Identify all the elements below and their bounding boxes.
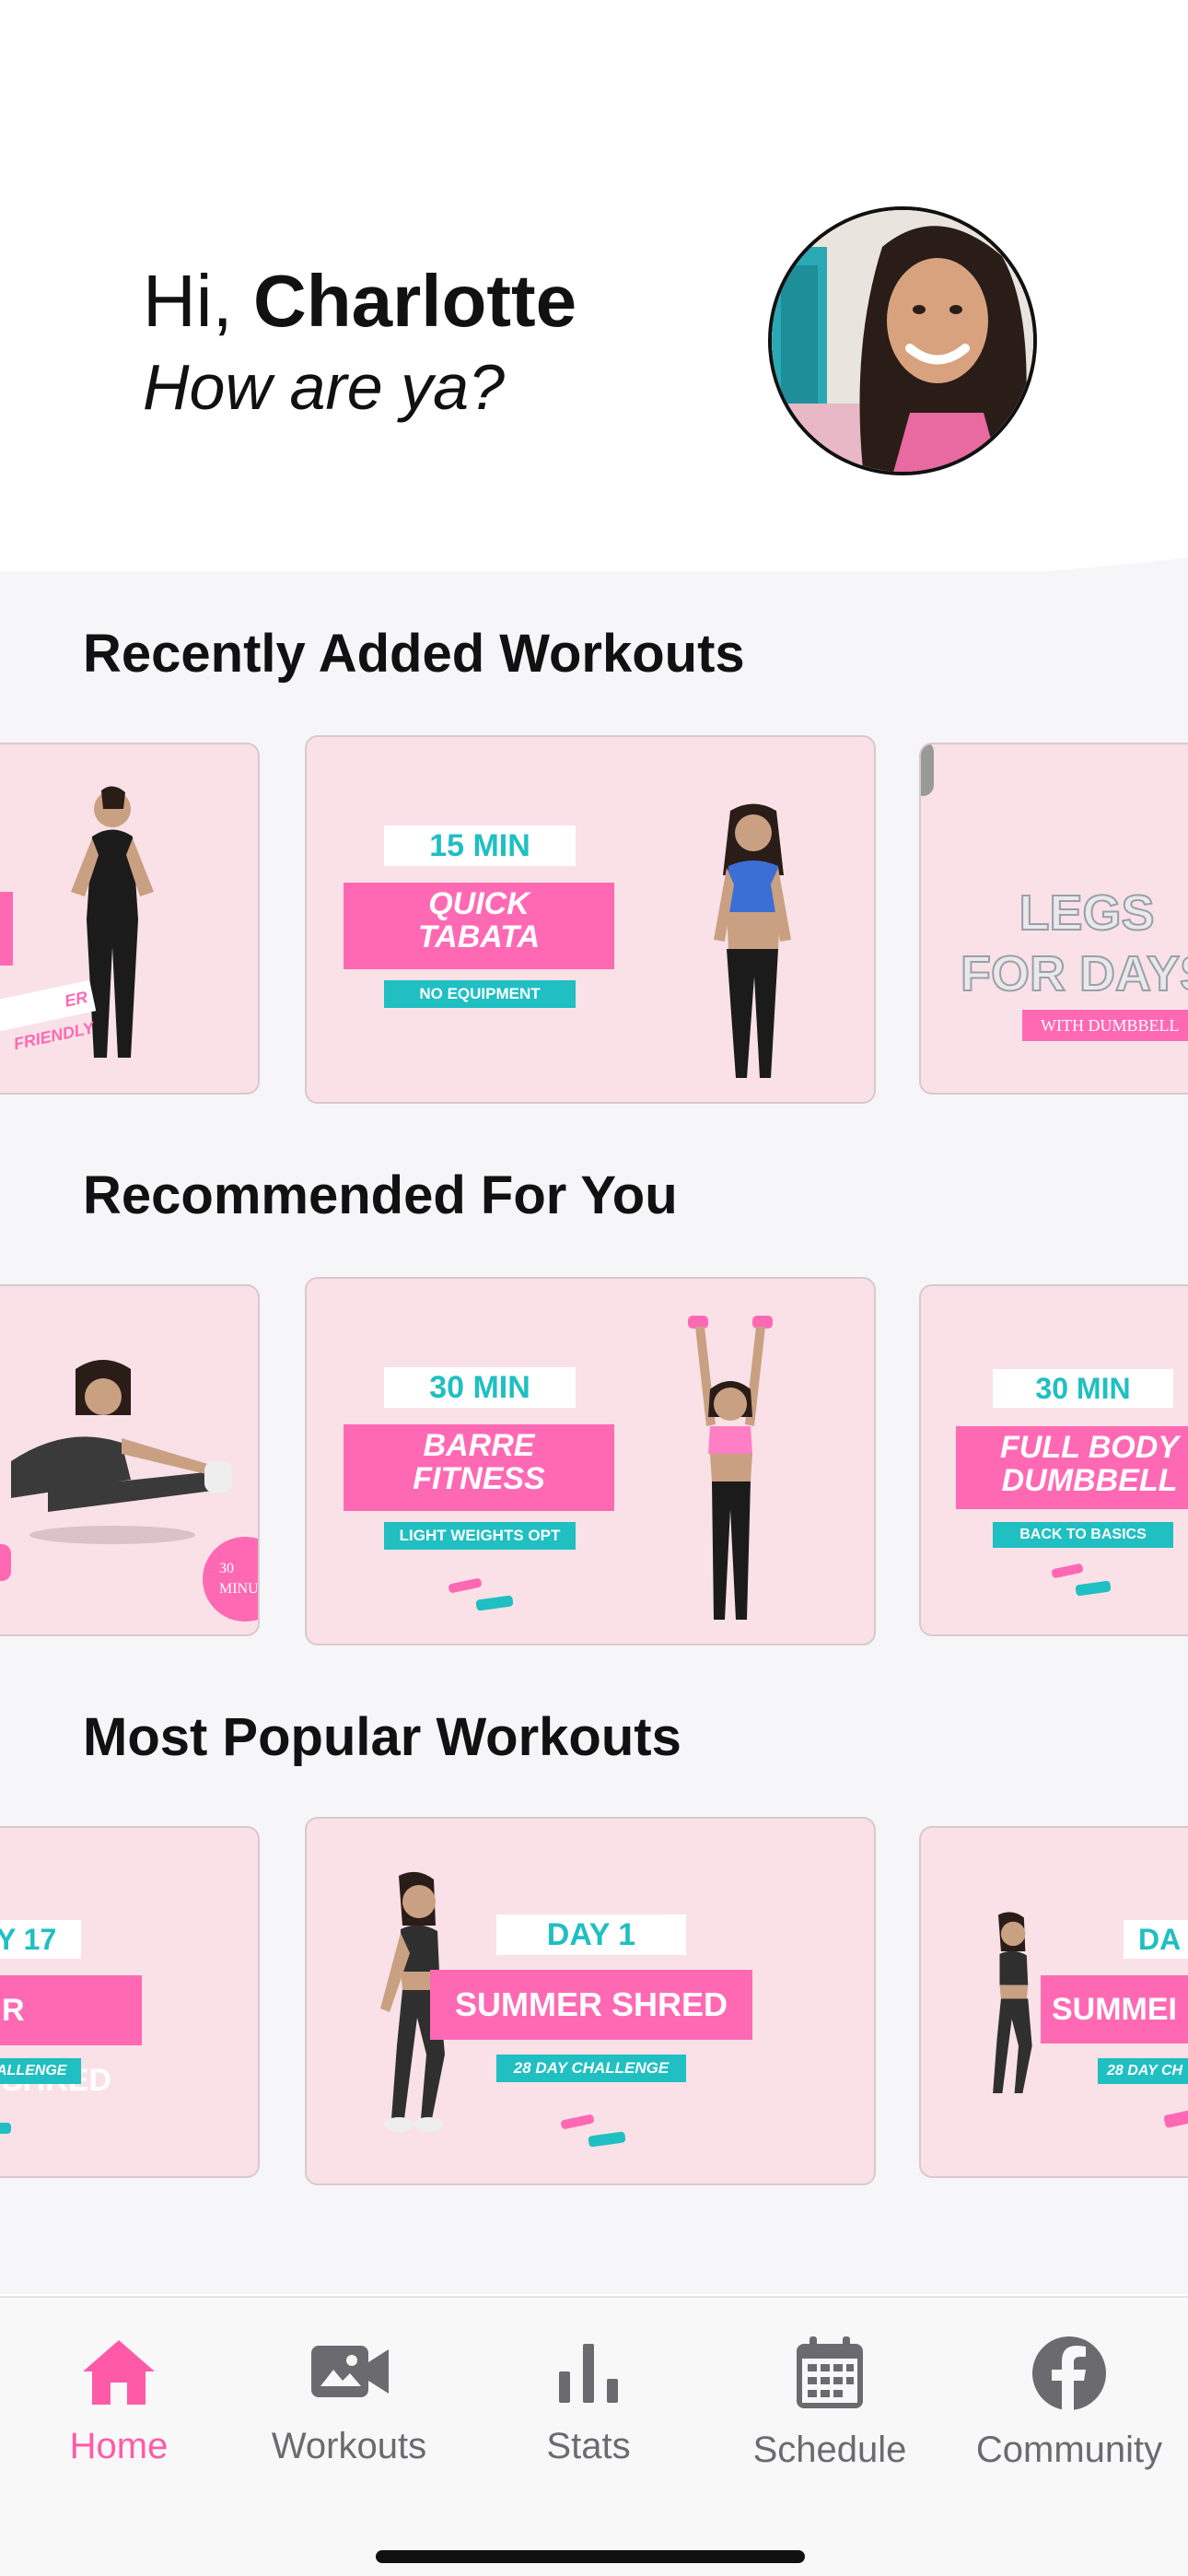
day-tag: Y 17 <box>0 1920 81 1959</box>
workout-card-quick-tabata[interactable]: 15 MIN QUICK TABATA NO EQUIPMENT <box>305 735 876 1104</box>
detail-tag: LIGHT WEIGHTS OPT <box>384 1522 576 1550</box>
avatar[interactable] <box>768 206 1037 475</box>
greeting-subtitle: How are ya? <box>143 351 505 423</box>
bar-chart-icon <box>559 2344 618 2403</box>
workout-title-tag: FULL BODY DUMBBELL <box>956 1426 1188 1509</box>
tab-schedule[interactable]: Schedule <box>711 2335 949 2471</box>
workout-title-tag: BARRE FITNESS <box>344 1424 614 1511</box>
workout-title-line: FITNESS <box>413 1460 545 1496</box>
tab-label: Home <box>69 2426 169 2466</box>
workout-card[interactable]: LEGS FOR DAYS WITH DUMBBELL <box>919 743 1188 1095</box>
tab-label: Community <box>975 2430 1163 2470</box>
model-figure <box>11 1360 232 1544</box>
workout-card-barre-fitness[interactable]: 30 MIN BARRE FITNESS LIGHT WEIGHTS OPT <box>305 1277 876 1645</box>
workout-title-line: BARRE <box>423 1428 535 1463</box>
workout-card[interactable]: 30 MINUT <box>0 1284 260 1636</box>
workout-card[interactable]: ER FRIENDLY <box>0 743 260 1095</box>
workout-title-line: FULL BODY <box>1000 1430 1179 1465</box>
workout-title-line: QUICK <box>428 886 530 921</box>
tab-workouts[interactable]: Workouts <box>230 2335 468 2467</box>
detail-tag: 28 DAY CHALLENGE <box>496 2055 686 2082</box>
detail-tag: 28 DAY CH <box>1098 2058 1188 2084</box>
workout-title-tag: SUMMER SHRED <box>430 1970 752 2040</box>
section-title-popular: Most Popular Workouts <box>83 1707 681 1767</box>
detail-tag: BACK TO BASICS <box>993 1522 1173 1548</box>
workout-title-line: FOR DAYS <box>960 945 1188 1002</box>
header: Hi, Charlotte How are ya? <box>0 0 1188 590</box>
badge-line: 30 <box>219 1561 234 1576</box>
workout-title-line: TABATA <box>417 919 541 954</box>
tab-community[interactable]: Community <box>950 2335 1188 2471</box>
section-title-recent: Recently Added Workouts <box>83 624 745 684</box>
badge-line: MINUT <box>219 1581 259 1597</box>
tab-label: Stats <box>546 2426 631 2466</box>
card-caption: ER FRIENDLY <box>0 979 97 1053</box>
avatar-photo <box>772 210 1033 472</box>
day-tag: DAY 1 <box>496 1914 686 1955</box>
card-title-strip <box>0 892 13 966</box>
dumbbell-icon <box>0 2123 11 2134</box>
workout-title-tag: QUICK TABATA <box>344 883 614 969</box>
calendar-icon <box>797 2336 863 2408</box>
workout-title-tag: SUMMEI <box>1041 1975 1188 2043</box>
dumbbell-icon <box>1163 2103 1188 2129</box>
day-tag: DA <box>1124 1920 1188 1959</box>
duration-tag: 15 MIN <box>384 825 576 866</box>
duration-tag: 30 MIN <box>384 1367 576 1408</box>
model-figure <box>714 803 791 1078</box>
model-figure <box>688 1316 773 1620</box>
video-camera-icon <box>311 2346 389 2397</box>
dumbbell-icon <box>561 2114 626 2148</box>
greeting: Hi, Charlotte <box>143 260 577 343</box>
dumbbell-icon <box>448 1578 514 1611</box>
section-title-recommended: Recommended For You <box>83 1165 678 1225</box>
recent-workouts-carousel[interactable]: ER FRIENDLY 15 MIN QUICK TABATA NO EQUIP… <box>0 733 1188 1111</box>
dumbbell-icon <box>1052 1563 1112 1597</box>
tab-stats[interactable]: Stats <box>470 2335 707 2467</box>
user-name: Charlotte <box>253 260 577 342</box>
workout-title-line: LEGS <box>1018 884 1155 942</box>
workout-title-tag: R SHRED <box>0 1975 142 2098</box>
workout-card-summer-shred[interactable]: DAY 1 SUMMER SHRED 28 DAY CHALLENGE <box>305 1817 876 2185</box>
home-icon <box>83 2340 155 2405</box>
detail-tag: NO EQUIPMENT <box>384 980 576 1008</box>
popular-carousel[interactable]: Y 17 R SHRED ALLENGE DAY 1 SUMMER SHRED … <box>0 1815 1188 2193</box>
card-shape <box>0 1544 11 1581</box>
greeting-prefix: Hi, <box>143 260 233 342</box>
tab-label: Schedule <box>752 2430 907 2470</box>
workout-card[interactable]: DA SUMMEI 28 DAY CH <box>919 1826 1188 2178</box>
home-indicator <box>376 2550 805 2563</box>
detail-tag: ALLENGE <box>0 2058 81 2084</box>
tab-home[interactable]: Home <box>0 2335 238 2467</box>
recommended-carousel[interactable]: 30 MINUT 30 MIN BARRE FITNESS LIGHT WEIG… <box>0 1275 1188 1653</box>
detail-tag: WITH DUMBBELL <box>1022 1010 1188 1041</box>
workout-card[interactable]: Y 17 R SHRED ALLENGE <box>0 1826 260 2178</box>
tab-label: Workouts <box>271 2426 427 2466</box>
workout-card-full-body[interactable]: 30 MIN FULL BODY DUMBBELL BACK TO BASICS <box>919 1284 1188 1636</box>
workout-title: LEGS FOR DAYS <box>949 883 1188 1004</box>
facebook-icon <box>1032 2336 1106 2410</box>
tab-bar: Home Workouts Stats Schedule Community <box>0 2296 1188 2576</box>
duration-tag: 30 MIN <box>993 1369 1173 1408</box>
card-dot <box>921 744 934 796</box>
workout-title-line: DUMBBELL <box>1001 1462 1178 1498</box>
